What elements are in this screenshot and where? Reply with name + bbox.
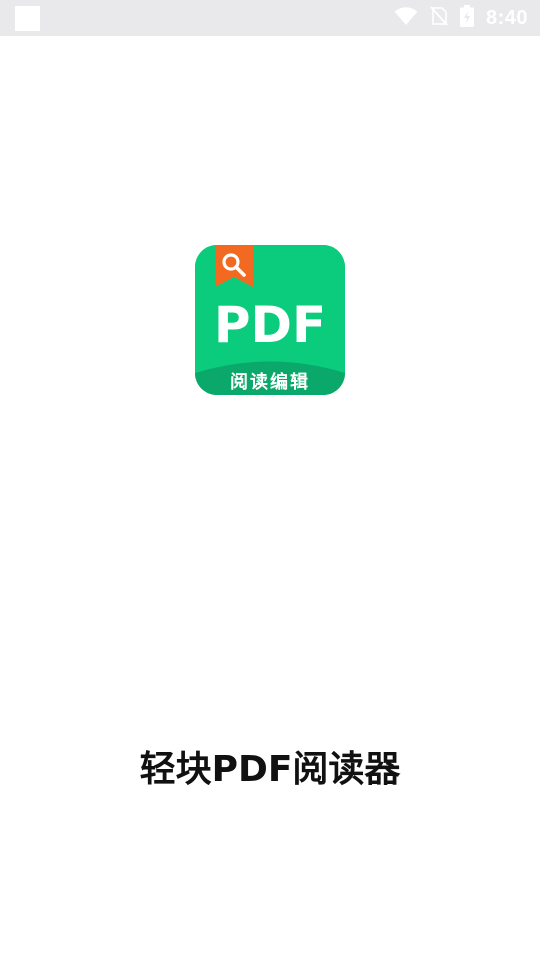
notification-icon [15,6,40,31]
logo-main-text: PDF [214,296,326,354]
status-time: 8:40 [485,6,528,29]
wifi-icon [394,6,418,30]
status-bar: 8:40 [0,0,540,36]
app-name: 轻块PDF阅读器 [139,749,401,790]
status-icons: 8:40 [394,0,528,36]
app-logo: PDF 阅读编辑 [195,245,345,395]
battery-charging-icon [459,5,474,31]
no-sim-icon [430,6,448,30]
logo-sub-text: 阅读编辑 [230,371,310,393]
